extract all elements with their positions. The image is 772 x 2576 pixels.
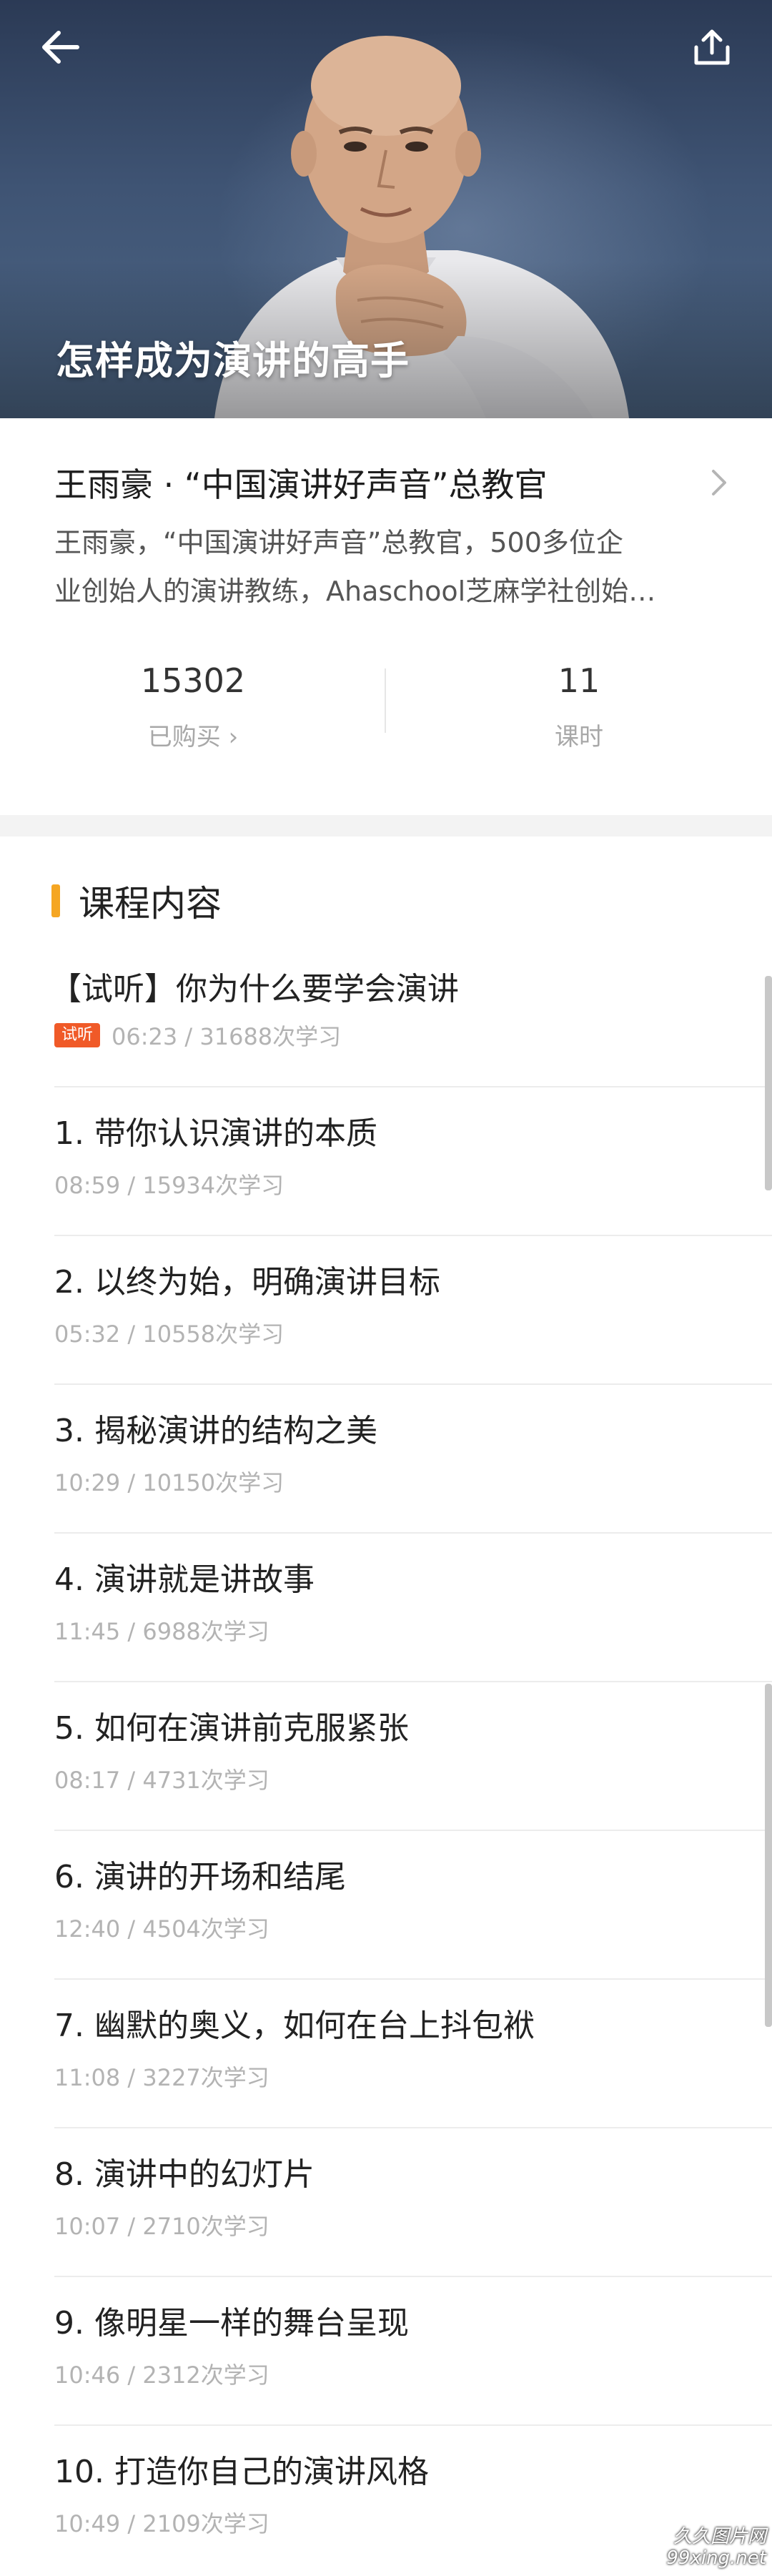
lesson-title: 9. 像明星一样的舞台呈现 <box>54 2305 409 2341</box>
lesson-meta-text: 06:23 / 31688次学习 <box>112 1023 342 1050</box>
share-button[interactable] <box>683 19 741 76</box>
course-content-header: 课程内容 <box>51 876 222 926</box>
lesson-item[interactable]: 9. 像明星一样的舞台呈现 10:46 / 2312次学习 <box>0 2277 772 2426</box>
lesson-title: 5. 如何在演讲前克服紧张 <box>54 1710 409 1747</box>
watermark: 久久图片网 99xing.net <box>666 2526 766 2569</box>
lesson-meta: 试听 06:23 / 31688次学习 <box>54 1019 341 1052</box>
back-button[interactable] <box>31 19 89 76</box>
lesson-title: 1. 带你认识演讲的本质 <box>54 1115 377 1152</box>
lesson-title: 10. 打造你自己的演讲风格 <box>54 2454 429 2490</box>
lesson-item[interactable]: 5. 如何在演讲前克服紧张 08:17 / 4731次学习 <box>0 1682 772 1831</box>
lesson-meta: 08:59 / 15934次学习 <box>54 1172 284 1199</box>
section-accent-bar <box>51 884 60 917</box>
lesson-meta: 05:32 / 10558次学习 <box>54 1321 284 1348</box>
lessons-label: 课时 <box>555 723 603 751</box>
lesson-item[interactable]: 1. 带你认识演讲的本质 08:59 / 15934次学习 <box>0 1087 772 1236</box>
purchased-stat[interactable]: 15302 已购买 › <box>0 661 386 752</box>
lessons-stat: 11 课时 <box>386 661 772 752</box>
share-icon <box>694 29 730 65</box>
section-divider <box>0 815 772 837</box>
course-hero-banner: 怎样成为演讲的高手 <box>0 0 772 418</box>
lesson-meta: 10:07 / 2710次学习 <box>54 2213 269 2240</box>
lesson-item[interactable]: 8. 演讲中的幻灯片 10:07 / 2710次学习 <box>0 2128 772 2277</box>
lessons-count: 11 <box>558 661 600 700</box>
lesson-item[interactable]: 4. 演讲就是讲故事 11:45 / 6988次学习 <box>0 1534 772 1682</box>
author-section: 王雨豪 · “中国演讲好声音”总教官 王雨豪，“中国演讲好声音”总教官，500多… <box>0 418 772 815</box>
author-link[interactable]: 王雨豪 · “中国演讲好声音”总教官 <box>54 458 729 508</box>
lesson-item[interactable]: 6. 演讲的开场和结尾 12:40 / 4504次学习 <box>0 1831 772 1980</box>
lesson-title: 【试听】你为什么要学会演讲 <box>50 971 459 1007</box>
watermark-line: 久久图片网 <box>673 2526 766 2547</box>
author-name: 王雨豪 · “中国演讲好声音”总教官 <box>54 465 548 504</box>
lesson-title: 2. 以终为始，明确演讲目标 <box>54 1264 440 1301</box>
scrollbar[interactable] <box>765 976 772 1190</box>
lesson-title: 8. 演讲中的幻灯片 <box>54 2156 315 2193</box>
lesson-meta: 08:17 / 4731次学习 <box>54 1767 269 1794</box>
arrow-left-icon <box>42 31 79 64</box>
lesson-item[interactable]: 10. 打造你自己的演讲风格 10:49 / 2109次学习 <box>0 2426 772 2575</box>
lesson-meta: 11:45 / 6988次学习 <box>54 1618 269 1645</box>
lesson-item[interactable]: 3. 揭秘演讲的结构之美 10:29 / 10150次学习 <box>0 1385 772 1534</box>
lesson-meta: 12:40 / 4504次学习 <box>54 1915 269 1943</box>
author-desc-line: 王雨豪，“中国演讲好声音”总教官，500多位企 <box>54 527 623 558</box>
lesson-title: 7. 幽默的奥义，如何在台上抖包袱 <box>54 2008 535 2044</box>
purchased-count: 15302 <box>140 661 246 700</box>
course-title: 怎样成为演讲的高手 <box>56 338 410 383</box>
lesson-meta: 10:29 / 10150次学习 <box>54 1469 284 1496</box>
lesson-meta: 11:08 / 3227次学习 <box>54 2064 269 2091</box>
watermark-line: 99xing.net <box>666 2547 766 2569</box>
trial-badge: 试听 <box>54 1023 101 1047</box>
purchased-label: 已购买 › <box>147 723 239 751</box>
section-title: 课程内容 <box>79 883 222 924</box>
lesson-meta: 10:49 / 2109次学习 <box>54 2510 269 2537</box>
scrollbar[interactable] <box>765 1684 772 2027</box>
lesson-item[interactable]: 7. 幽默的奥义，如何在台上抖包袱 11:08 / 3227次学习 <box>0 1980 772 2128</box>
author-description: 王雨豪，“中国演讲好声音”总教官，500多位企 业创始人的演讲教练，Ahasch… <box>54 518 726 616</box>
lesson-title: 3. 揭秘演讲的结构之美 <box>54 1413 377 1449</box>
lesson-item-trial[interactable]: 【试听】你为什么要学会演讲 试听 06:23 / 31688次学习 <box>0 947 772 1087</box>
lesson-title: 6. 演讲的开场和结尾 <box>54 1859 346 1895</box>
chevron-right-icon <box>712 470 726 495</box>
lesson-title: 4. 演讲就是讲故事 <box>54 1561 315 1598</box>
lesson-list: 【试听】你为什么要学会演讲 试听 06:23 / 31688次学习 1. 带你认… <box>0 947 772 2575</box>
author-desc-line: 业创始人的演讲教练，Ahaschool芝麻学社创始… <box>54 576 656 607</box>
lesson-item[interactable]: 2. 以终为始，明确演讲目标 05:32 / 10558次学习 <box>0 1236 772 1385</box>
lesson-meta: 10:46 / 2312次学习 <box>54 2362 269 2389</box>
course-stats: 15302 已购买 › 11 课时 <box>0 661 772 754</box>
